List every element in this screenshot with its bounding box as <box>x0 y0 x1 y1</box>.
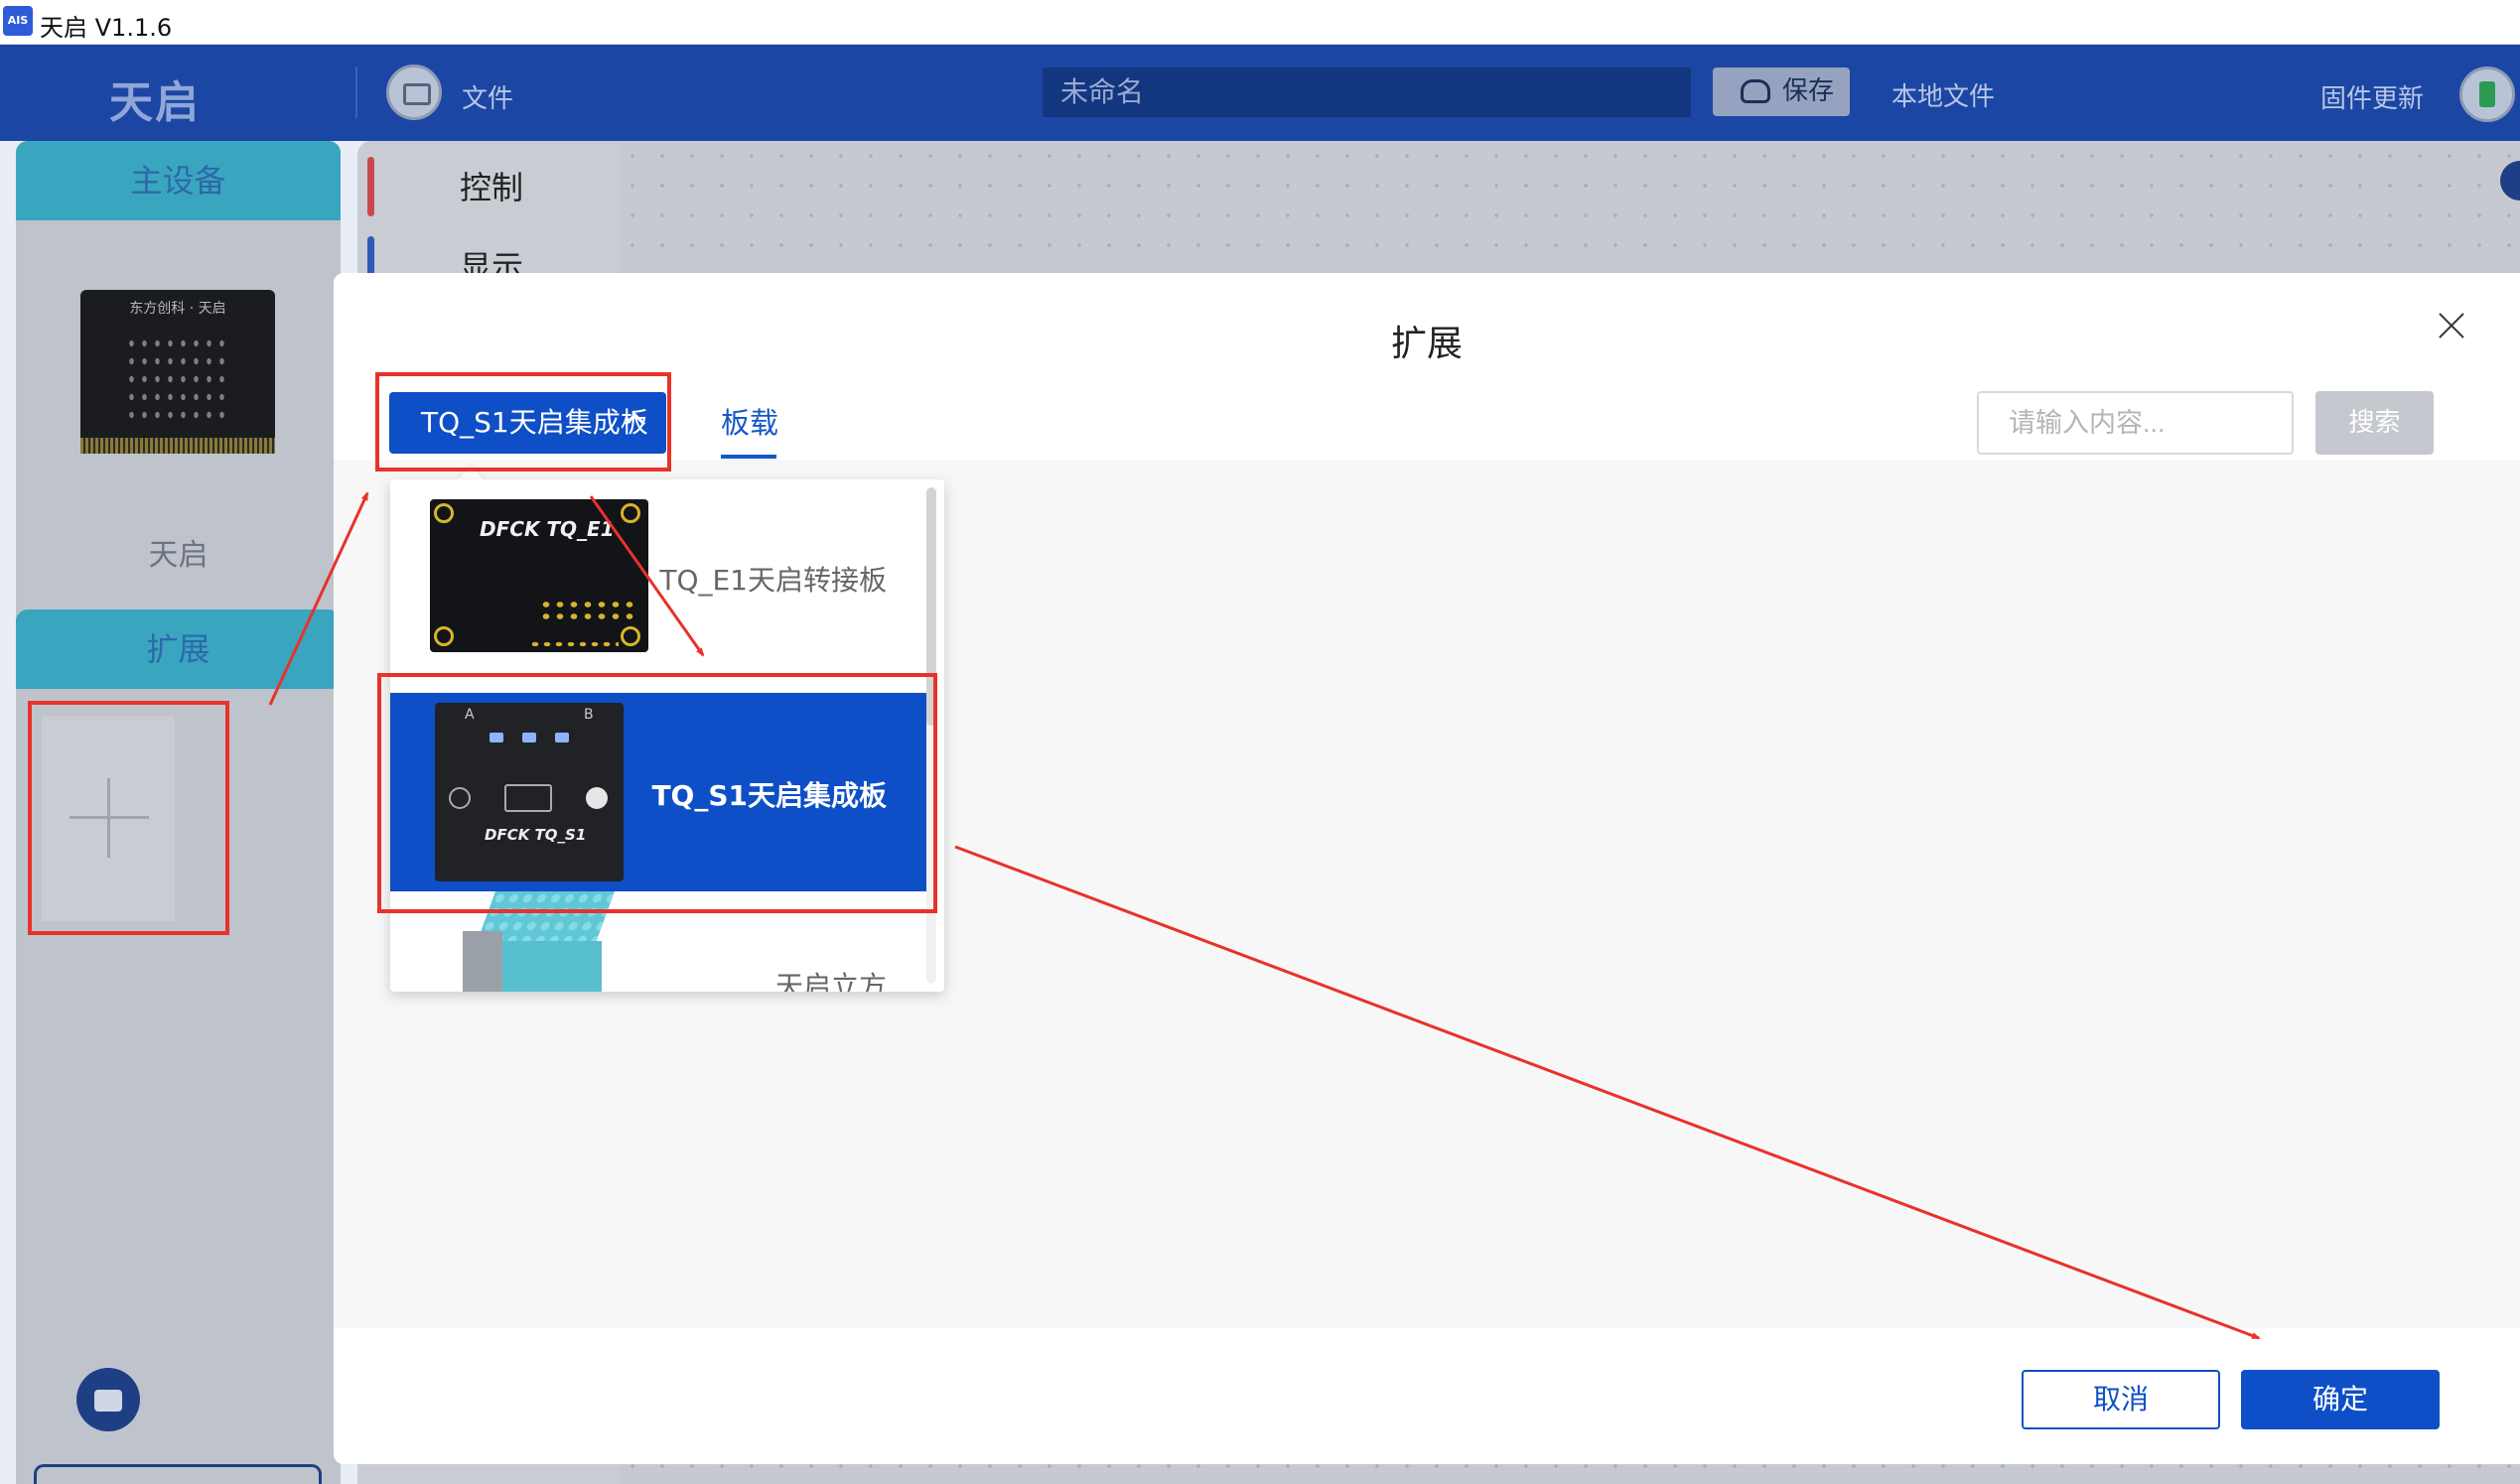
board-print: DFCK TQ_E1 <box>480 517 615 541</box>
pin-header <box>539 599 638 622</box>
main-device-image[interactable]: 东方创科 · 天启 <box>80 290 275 454</box>
app-icon: AIS <box>3 6 33 36</box>
device-name: 天启 <box>148 538 209 573</box>
category-control[interactable]: 控制 <box>460 163 523 208</box>
save-button-label: 保存 <box>1782 76 1835 106</box>
cube-front <box>502 941 602 992</box>
project-name-field[interactable]: 未命名 <box>1043 67 1691 117</box>
dialog-title: 扩展 <box>1390 324 1463 364</box>
option-label: TQ_E1天启转接板 <box>659 564 887 597</box>
edge-connector <box>80 438 275 454</box>
save-button[interactable]: 保存 <box>1713 67 1850 116</box>
pin-header <box>529 640 619 648</box>
sidebar-bottom-panel[interactable] <box>34 1464 322 1484</box>
window-title: 天启 V1.1.6 <box>40 14 173 42</box>
search-input[interactable] <box>1977 391 2294 455</box>
app-logo: 天启 <box>109 77 201 128</box>
search-button[interactable]: 搜索 <box>2315 391 2434 455</box>
annotation-box <box>375 372 671 472</box>
mount-hole <box>434 626 454 646</box>
board-image-tq-e1: DFCK TQ_E1 <box>430 499 648 652</box>
category-color-bar <box>367 157 374 216</box>
tab-active-indicator <box>721 455 776 459</box>
toolbox-button[interactable] <box>61 1352 156 1447</box>
option-label: 天启立方 <box>774 970 887 992</box>
main-device-header: 主设备 <box>16 141 341 220</box>
extension-header: 扩展 <box>16 609 341 689</box>
cancel-button[interactable]: 取消 <box>2022 1370 2220 1429</box>
mount-hole <box>621 626 640 646</box>
user-avatar-icon[interactable] <box>2459 67 2515 122</box>
annotation-box <box>377 673 937 913</box>
mount-hole <box>621 503 640 523</box>
mount-hole <box>434 503 454 523</box>
toolbox-icon <box>76 1368 140 1431</box>
dropdown-option[interactable]: DFCK TQ_E1 TQ_E1天启转接板 <box>390 499 926 653</box>
firmware-update-button[interactable]: 固件更新 <box>2320 78 2424 115</box>
annotation-box <box>28 701 229 935</box>
app-header: 天启 文件 未命名 保存 本地文件 固件更新 <box>0 45 2520 141</box>
window-titlebar: AIS 天启 V1.1.6 <box>0 0 2520 45</box>
local-file-button[interactable]: 本地文件 <box>1891 76 1995 113</box>
confirm-button[interactable]: 确定 <box>2241 1370 2440 1429</box>
tab-onboard[interactable]: 板载 <box>721 400 778 442</box>
file-menu[interactable]: 文件 <box>462 78 513 115</box>
folder-icon[interactable] <box>386 65 442 120</box>
device-brand-print: 东方创科 · 天启 <box>129 301 226 317</box>
led-matrix <box>125 335 230 424</box>
close-icon[interactable] <box>2434 309 2469 344</box>
header-divider <box>355 67 357 118</box>
cube-side <box>463 931 502 992</box>
cloud-save-icon <box>1741 79 1770 103</box>
